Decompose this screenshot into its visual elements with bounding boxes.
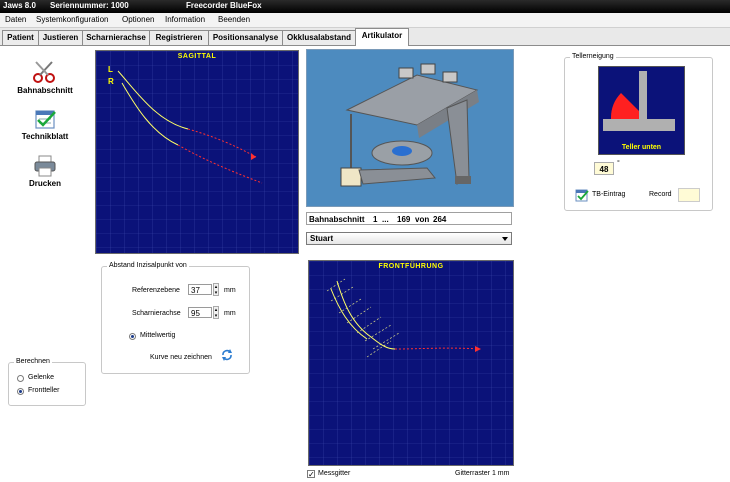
bahn-sep: ... xyxy=(382,215,389,224)
tab-justieren[interactable]: Justieren xyxy=(38,30,83,45)
referenzebene-label: Referenzebene xyxy=(132,287,180,294)
referenzebene-input[interactable]: 37 xyxy=(188,284,212,295)
abstand-legend: Abstand Inzisalpunkt von xyxy=(107,262,189,269)
serial-number: Seriennummer: 1000 xyxy=(50,1,129,10)
bahnabschnitt-tool[interactable]: Bahnabschnitt xyxy=(10,60,80,95)
app-title: Jaws 8.0 xyxy=(3,1,36,10)
scharnierachse-input[interactable]: 95 xyxy=(188,307,212,318)
gitterraster-label: Gitterraster 1 mm xyxy=(455,470,510,477)
tellerneigung-group: Tellerneigung Teller unten 48 ° TB-Eintr… xyxy=(564,53,713,211)
bahnabschnitt-label: Bahnabschnitt xyxy=(17,86,73,95)
tab-patient[interactable]: Patient xyxy=(2,30,39,45)
bahnabschnitt-info: Bahnabschnitt 1 ... 169 von 264 xyxy=(306,212,512,225)
teller-indicator: Teller unten xyxy=(598,66,685,155)
scharnierachse-label: Scharnierachse xyxy=(132,310,181,317)
record-label: Record xyxy=(649,191,672,198)
referenzebene-unit: mm xyxy=(224,287,236,294)
menu-beenden[interactable]: Beenden xyxy=(218,15,250,24)
technikblatt-tool[interactable]: Technikblatt xyxy=(10,108,80,141)
frontfuehrung-title: FRONTFÜHRUNG xyxy=(378,263,444,270)
scissors-icon xyxy=(32,60,58,84)
sagittal-label-r: R xyxy=(108,77,114,86)
tab-artikulator[interactable]: Artikulator xyxy=(355,28,409,46)
menu-bar: Daten Systemkonfiguration Optionen Infor… xyxy=(0,13,730,28)
articulator-select[interactable]: Stuart xyxy=(306,232,512,245)
sagittal-title: SAGITTAL xyxy=(177,53,217,60)
drucken-label: Drucken xyxy=(28,179,61,188)
messgitter-label: Messgitter xyxy=(318,470,351,477)
bahn-label: Bahnabschnitt xyxy=(309,215,365,224)
frontteller-label: Frontteller xyxy=(28,387,60,394)
chevron-down-icon xyxy=(502,237,508,241)
kurve-neu-zeichnen-label[interactable]: Kurve neu zeichnen xyxy=(150,354,212,361)
berechnen-group: Berechnen Gelenke Frontteller xyxy=(8,358,86,406)
checklist-icon[interactable] xyxy=(575,188,589,202)
referenzebene-spinner[interactable]: ▴ ▾ xyxy=(213,283,219,296)
record-field[interactable] xyxy=(678,188,700,202)
mittelwertig-radio[interactable] xyxy=(129,333,136,340)
drucken-tool[interactable]: Drucken xyxy=(10,155,80,188)
gelenke-radio[interactable] xyxy=(17,375,24,382)
frontfuehrung-plot: FRONTFÜHRUNG xyxy=(308,260,514,466)
menu-systemkonfiguration[interactable]: Systemkonfiguration xyxy=(36,15,108,24)
sagittal-plot: SAGITTAL L R xyxy=(95,50,299,254)
printer-icon xyxy=(33,155,57,177)
gelenke-label: Gelenke xyxy=(28,374,55,381)
articulator-select-value: Stuart xyxy=(310,234,334,243)
scharnierachse-spinner[interactable]: ▴ ▾ xyxy=(213,306,219,319)
menu-daten[interactable]: Daten xyxy=(5,15,26,24)
menu-information[interactable]: Information xyxy=(165,15,205,24)
frontteller-radio[interactable] xyxy=(17,388,24,395)
bahn-start: 1 xyxy=(373,215,378,224)
abstand-group: Abstand Inzisalpunkt von Referenzebene 3… xyxy=(101,262,250,374)
refresh-icon[interactable] xyxy=(221,349,233,361)
tab-okklusalabstand[interactable]: Okklusalabstand xyxy=(282,30,356,45)
sagittal-label-l: L xyxy=(108,65,113,74)
title-bar: Jaws 8.0 Seriennummer: 1000 Freecorder B… xyxy=(0,0,730,13)
tellerneigung-legend: Tellerneigung xyxy=(570,53,616,60)
checklist-icon xyxy=(33,108,57,130)
tab-bar: Patient Justieren Scharnierachse Registr… xyxy=(0,28,730,46)
tab-scharnierachse[interactable]: Scharnierachse xyxy=(82,30,150,45)
tb-eintrag-label[interactable]: TB-Eintrag xyxy=(592,191,625,198)
scharnierachse-unit: mm xyxy=(224,310,236,317)
messgitter-checkbox[interactable]: ✓ xyxy=(307,470,315,479)
recorder-name: Freecorder BlueFox xyxy=(186,1,262,10)
menu-optionen[interactable]: Optionen xyxy=(122,15,154,24)
tab-positionsanalyse[interactable]: Positionsanalyse xyxy=(208,30,283,45)
technikblatt-label: Technikblatt xyxy=(21,132,69,141)
berechnen-legend: Berechnen xyxy=(14,358,52,365)
bahn-von: von xyxy=(415,215,430,224)
bahn-current: 169 xyxy=(397,215,411,224)
teller-value-field: 48 xyxy=(594,162,614,175)
bahn-total: 264 xyxy=(433,215,447,224)
teller-caption: Teller unten xyxy=(621,144,662,151)
mittelwertig-label: Mittelwertig xyxy=(140,332,176,339)
teller-unit: ° xyxy=(617,160,620,167)
articulator-image xyxy=(306,49,514,207)
tab-registrieren[interactable]: Registrieren xyxy=(149,30,209,45)
